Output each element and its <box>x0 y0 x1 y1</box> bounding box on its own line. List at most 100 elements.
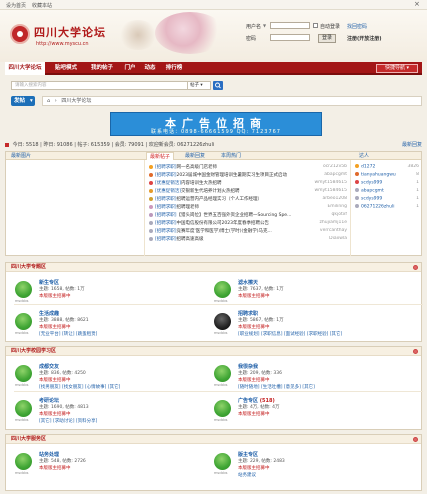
forum-moderator[interactable]: 本版版主招募中 <box>238 411 270 417</box>
list-item[interactable]: [招聘求职]【猎头岗位】世界五百强外资企业招聘一Sourcing Spe... q… <box>149 212 349 218</box>
subforum-links[interactable]: [找男朋友] [找女朋友] [心情故事] [其它] <box>39 384 120 390</box>
ranking-item[interactable]: abapcgmt 1 <box>355 188 419 194</box>
forum-icon[interactable] <box>15 365 32 382</box>
forum-icon[interactable] <box>214 453 231 470</box>
search-button[interactable] <box>213 81 223 90</box>
username-input[interactable] <box>270 22 310 29</box>
forum-stat: 主题: 229, 帖数: 2483 <box>238 459 285 464</box>
nav-item-forum[interactable]: 四川大学论坛 <box>5 62 45 75</box>
new-post-button[interactable]: 发帖 ▾ <box>11 96 35 106</box>
nav-item-ranking[interactable]: 排行榜 <box>161 62 187 75</box>
section-title[interactable]: 四川大学校园学习区 <box>6 347 421 356</box>
subforum-links[interactable]: [职业规划] [求职信息] [面试经验] [求职经验] [其它] <box>238 331 342 337</box>
list-item[interactable]: [招聘求职]招聘运营内产品经理实习（个人工作经理） arbeo1208 <box>149 196 349 202</box>
breadcrumb-current[interactable]: 四川大学论坛 <box>61 98 91 104</box>
forum-name[interactable]: 我很杂我 <box>238 363 258 370</box>
login-button[interactable]: 登录 <box>318 34 336 43</box>
tab-weekly-hot[interactable]: 本周热门 <box>218 152 244 160</box>
list-item[interactable]: [招聘求职]中国电信股份有限公司2023年度春季招聘公告 zhujiamj11e <box>149 220 349 226</box>
icon-caption: mscbbs <box>15 331 29 335</box>
list-item[interactable]: [招聘求职]2023届城中国金财管理培训生暑期实习生项目正式启动 abapcgmt <box>149 172 349 178</box>
list-item[interactable]: [招聘求职]招聘高速高级 Diaxwla <box>149 236 349 242</box>
forum-name[interactable]: 成都交友 <box>39 363 59 370</box>
forum-moderator[interactable]: 本版版主招募中 <box>238 465 270 471</box>
ad-banner-contact: 联系电话：0898-66661599 QQ: 7123767 <box>151 129 281 135</box>
nav-item-portal[interactable]: 门户 <box>121 62 139 75</box>
tab-latest-posts[interactable]: 最新帖子 <box>146 152 175 160</box>
magnifier-icon[interactable] <box>214 313 231 330</box>
forum-icon[interactable] <box>15 453 32 470</box>
user-type-select[interactable]: ▼ <box>263 23 266 28</box>
forum-icon[interactable] <box>15 281 32 298</box>
search-input[interactable]: 请输入搜索内容 <box>11 81 191 90</box>
list-item[interactable]: [招聘求职]网一名高级门店老师 ocr212v5b <box>149 164 349 170</box>
list-item[interactable]: [优惠促销活]交银新生代培养计划火热招聘 wmyt1584615 <box>149 188 349 194</box>
nav-item-tieba[interactable]: 贴吧模式 <box>49 62 83 75</box>
ranking-item[interactable]: scdys999 1 <box>355 180 419 186</box>
latest-reply-link[interactable]: 最新回复 <box>402 141 422 148</box>
collapse-icon[interactable] <box>413 349 418 354</box>
forum-name[interactable]: 版主专区 <box>238 451 258 458</box>
forum-name[interactable]: 新生专区 <box>39 279 59 286</box>
forum-moderator[interactable]: 本版版主招募中 <box>39 411 71 417</box>
register-link[interactable]: 注册(开放注册) <box>347 35 382 42</box>
forum-moderator[interactable]: 本版版主招募中 <box>39 324 71 330</box>
forum-icon[interactable] <box>214 365 231 382</box>
forum-moderator[interactable]: 本版版主招募中 <box>39 293 71 299</box>
subforum-links[interactable]: [随时随地] [生活吐槽] [意见多] [其它] <box>238 384 315 390</box>
collapse-icon[interactable] <box>413 437 418 442</box>
tab-latest-replies[interactable]: 最新回复 <box>182 152 208 160</box>
ranking-item[interactable]: 06271226zhuli 1 <box>355 204 419 210</box>
forum-icon[interactable] <box>15 313 32 330</box>
subforum-links[interactable]: 站务建议 <box>238 472 256 478</box>
forum-name[interactable]: 站务处理 <box>39 451 59 458</box>
forum-moderator[interactable]: 本版版主招募中 <box>39 377 71 383</box>
password-input[interactable] <box>270 34 310 41</box>
tab-latest-images[interactable]: 最新图片 <box>8 152 34 160</box>
breadcrumb-separator: › <box>54 98 57 104</box>
home-icon[interactable]: ⌂ <box>47 98 50 104</box>
find-password-link[interactable]: 找回密码 <box>347 23 367 30</box>
subforum-links[interactable]: [其它] [求助讨论] [资料分享] <box>39 418 97 424</box>
nav-item-activity[interactable]: 动态 <box>141 62 159 75</box>
auto-login-checkbox[interactable] <box>313 23 318 28</box>
forum-name[interactable]: 招聘求职 <box>238 310 258 317</box>
forum-name[interactable]: 生活成趣 <box>39 310 59 317</box>
ranking-item[interactable]: d1272 3826 <box>355 164 419 170</box>
nav-item-myposts[interactable]: 我的帖子 <box>85 62 119 75</box>
ranking-item[interactable]: scdys999 1 <box>355 196 419 202</box>
section-title[interactable]: 四川大学专题区 <box>6 263 421 272</box>
ad-banner[interactable]: 本广告位招商 联系电话：0898-66661599 QQ: 7123767 <box>110 112 322 136</box>
column-divider <box>144 160 145 256</box>
ranking-item[interactable]: tianyahuangwu 8 <box>355 172 419 178</box>
list-item[interactable]: [优惠促销活]内容培训生大热招聘 wmyt1584615 <box>149 180 349 186</box>
list-item[interactable]: [招聘求职]招聘理老师 Emilinng <box>149 204 349 210</box>
forum-icon[interactable] <box>214 400 231 417</box>
forum-name[interactable]: 考研论坛 <box>39 397 59 404</box>
main-nav: 四川大学论坛 贴吧模式 我的帖子 门户 动态 排行榜 快捷导航 ▾ <box>5 62 422 75</box>
site-title[interactable]: 四川大学论坛 <box>34 24 106 40</box>
set-home-link[interactable]: 设为首页 <box>6 2 26 9</box>
rank-icon <box>355 188 359 192</box>
forum-moderator[interactable]: 本版版主招募中 <box>39 465 71 471</box>
list-item[interactable]: [招聘求职]竞赛年度'医学和医学)博士(学时)(金融学)马克... verrcan… <box>149 228 349 234</box>
logo-icon[interactable] <box>10 24 30 44</box>
bookmark-link[interactable]: 收藏本站 <box>32 2 52 9</box>
collapse-icon[interactable] <box>413 265 418 270</box>
tab-top-users[interactable]: 达人 <box>356 152 372 160</box>
forum-moderator[interactable]: 本版版主招募中 <box>238 293 270 299</box>
close-icon[interactable]: × <box>414 0 420 8</box>
forum-moderator[interactable]: 本版版主招募中 <box>238 377 270 383</box>
username-label: 用户名 <box>246 24 262 30</box>
forum-name[interactable]: 广告专区 (518) <box>238 397 275 404</box>
newest-panel: 最新图片 最新帖子 最新回复 本周热门 达人 [招聘求职]网一名高级门店老师 oc… <box>5 151 422 256</box>
forum-stat: 主题: 7637, 帖数: 1万 <box>238 287 284 292</box>
forum-icon[interactable] <box>15 400 32 417</box>
search-type-select[interactable]: 帖子 ▾ <box>187 81 211 90</box>
subforum-links[interactable]: [无业平台] [转让] [跳蚤租赁] <box>39 331 97 337</box>
quick-nav-button[interactable]: 快捷导航 ▾ <box>376 64 418 73</box>
section-title[interactable]: 四川大学服务区 <box>6 435 421 444</box>
forum-moderator[interactable]: 本版版主招募中 <box>238 324 270 330</box>
forum-icon[interactable] <box>214 281 231 298</box>
forum-name[interactable]: 滤水擦天 <box>238 279 258 286</box>
